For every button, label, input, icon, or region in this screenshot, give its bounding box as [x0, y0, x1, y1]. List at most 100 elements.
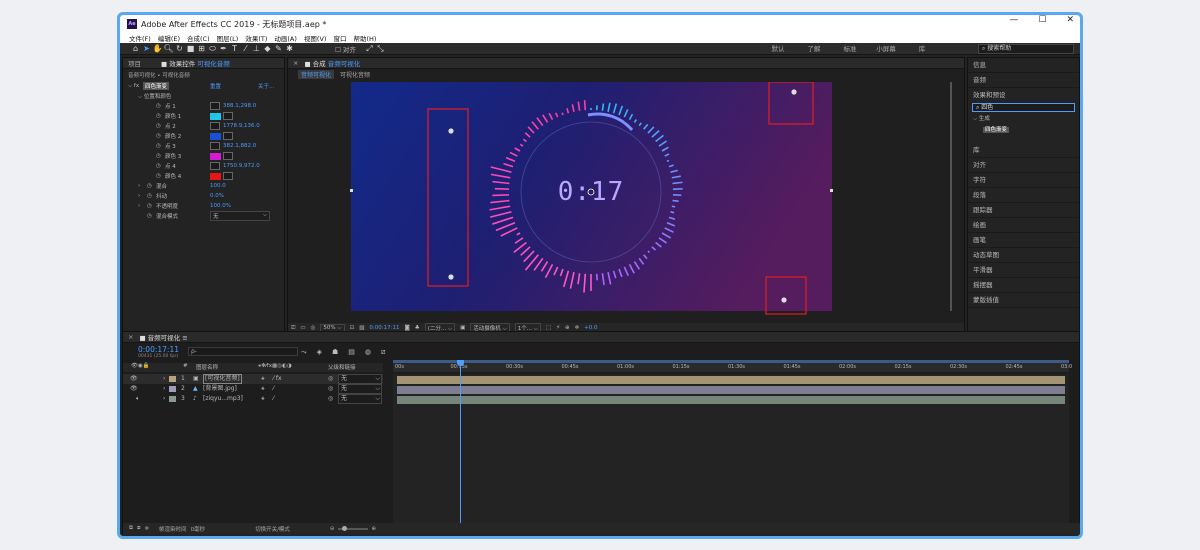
stopwatch-icon[interactable]: ◷: [156, 163, 161, 169]
zoom-in-icon[interactable]: ⊕: [372, 526, 377, 532]
panel-character[interactable]: 字符: [968, 173, 1079, 188]
work-area-bar[interactable]: [393, 360, 1069, 363]
about-link[interactable]: 关于...: [258, 82, 274, 90]
selection-tool-icon[interactable]: ➤: [141, 44, 152, 53]
col-layer-name[interactable]: 图层名称: [196, 363, 218, 371]
label-color[interactable]: [169, 396, 176, 402]
render-time-icon[interactable]: ⧉: [129, 525, 133, 532]
workspace-learn[interactable]: 了解: [796, 43, 832, 55]
prop-value[interactable]: 1750.9,972.0: [223, 163, 260, 169]
minimize-icon[interactable]: —: [1009, 15, 1018, 25]
quality-switch-icon[interactable]: ⁄ fx: [273, 374, 282, 384]
panel-paragraph[interactable]: 段落: [968, 188, 1079, 203]
close-icon[interactable]: ✕: [1066, 15, 1074, 25]
quality-switch-icon[interactable]: ⁄: [273, 394, 274, 404]
hand-tool-icon[interactable]: ✋: [152, 44, 163, 53]
blend-mode-select[interactable]: 无 ⌵: [210, 211, 270, 221]
layer-row-3[interactable]: 🔈︎ › 3 ♪ [ziqyu...mp3] ⚹ ⁄ ◎ 无 ⌵: [123, 394, 383, 404]
panel-info[interactable]: 信息: [968, 58, 1079, 73]
eyedropper-icon[interactable]: [223, 112, 233, 120]
maximize-icon[interactable]: ☐: [1038, 15, 1046, 25]
stopwatch-icon[interactable]: ◷: [156, 123, 161, 129]
point-crosshair-icon[interactable]: [210, 122, 220, 130]
menu-animation[interactable]: 动画(A): [274, 33, 297, 43]
workspace-standard[interactable]: 标准: [832, 43, 868, 55]
shape-tool-icon[interactable]: ⬭: [207, 44, 218, 54]
search-help-input[interactable]: ⌕ 搜索帮助: [978, 44, 1074, 54]
expand-icon[interactable]: ›: [138, 193, 140, 199]
parent-pick-whip-icon[interactable]: ◎: [328, 374, 333, 384]
bounding-handle-right[interactable]: [830, 189, 833, 192]
rotate-tool-icon[interactable]: ↻: [174, 44, 185, 53]
expand-icon[interactable]: ›: [138, 183, 140, 189]
visibility-icon[interactable]: 👁︎: [130, 384, 138, 394]
visibility-icon[interactable]: 👁︎: [130, 374, 138, 384]
zoom-out-icon[interactable]: ⊖: [330, 526, 335, 532]
roto-tool-icon[interactable]: ✎: [273, 44, 284, 53]
expand-icon[interactable]: ›: [163, 384, 165, 394]
effect-expand-icon[interactable]: ⌵ fx: [128, 83, 139, 90]
color-swatch[interactable]: [210, 112, 221, 120]
zoom-slider[interactable]: [337, 525, 368, 531]
prop-value[interactable]: 100.0: [210, 183, 226, 189]
timeline-timecode[interactable]: 0:00:17:11: [138, 345, 179, 354]
parent-select[interactable]: 无 ⌵: [338, 384, 382, 394]
panel-library[interactable]: 库: [968, 143, 1079, 158]
label-color[interactable]: [169, 386, 176, 392]
shy-icon[interactable]: ☗: [332, 348, 338, 357]
menu-help[interactable]: 帮助(H): [353, 33, 376, 43]
point-handle-3[interactable]: [448, 274, 454, 280]
eyedropper-icon[interactable]: [223, 172, 233, 180]
color-swatch[interactable]: [210, 132, 221, 140]
shy-switch-icon[interactable]: ⚹: [261, 374, 265, 384]
point-crosshair-icon[interactable]: [210, 142, 220, 150]
tab-effects-control[interactable]: ■ 效果控件 可视化音频: [161, 58, 230, 68]
layer-bar-1[interactable]: [397, 376, 1065, 384]
draft-3d-icon[interactable]: ◈: [317, 348, 322, 357]
panel-wiggler[interactable]: 摇摆器: [968, 278, 1079, 293]
layer-bar-3[interactable]: [397, 396, 1065, 404]
quality-switch-icon[interactable]: ⁄: [273, 384, 274, 394]
comp-mini-flowchart-icon[interactable]: ⤳: [301, 348, 307, 357]
tab-project[interactable]: 项目: [128, 58, 141, 68]
bounding-handle-left[interactable]: [350, 189, 353, 192]
panel-align[interactable]: 对齐: [968, 158, 1079, 173]
point-handle-2[interactable]: [791, 89, 797, 95]
text-tool-icon[interactable]: T: [229, 44, 240, 53]
motion-blur-icon[interactable]: ◍: [365, 348, 371, 357]
audio-icon[interactable]: 🔈︎: [136, 394, 140, 404]
prop-value[interactable]: 382.1,882.0: [223, 143, 256, 149]
expand-icon[interactable]: ›: [138, 203, 140, 209]
layer-name[interactable]: [ziqyu...mp3]: [203, 394, 243, 404]
panel-tracker[interactable]: 跟踪器: [968, 203, 1079, 218]
clone-tool-icon[interactable]: ⊥: [251, 44, 262, 53]
composition-tab[interactable]: ■ 合成 音频可视化: [304, 58, 360, 68]
menu-view[interactable]: 视图(V): [304, 33, 327, 43]
expand-icon[interactable]: ›: [163, 374, 165, 384]
prop-value[interactable]: 100.0%: [210, 203, 231, 209]
home-icon[interactable]: ⌂: [130, 44, 141, 53]
panel-smoother[interactable]: 平滑器: [968, 263, 1079, 278]
menu-effect[interactable]: 效果(T): [245, 33, 267, 43]
layer-row-1[interactable]: 👁︎ › 1 ▣ [可视化音频] ⚹ ⁄ fx ◎ 无 ⌵: [123, 374, 383, 384]
graph-editor-icon[interactable]: ⧄: [381, 348, 385, 357]
menu-composition[interactable]: 合成(C): [187, 33, 210, 43]
panel-effects-presets[interactable]: 效果和预设: [968, 88, 1079, 103]
workspace-library[interactable]: 库: [904, 43, 940, 55]
tree-group-generate[interactable]: ⌵ 生成: [968, 112, 1079, 125]
tree-item-4color[interactable]: 四色渐变: [968, 125, 1079, 133]
prop-value[interactable]: 0.0%: [210, 193, 224, 199]
menu-edit[interactable]: 编辑(E): [158, 33, 180, 43]
parent-select[interactable]: 无 ⌵: [338, 374, 382, 384]
playhead-line[interactable]: [460, 360, 461, 526]
layer-bar-2[interactable]: [397, 386, 1065, 394]
frame-blend-icon[interactable]: ▤: [348, 348, 355, 357]
menu-file[interactable]: 文件(F): [129, 33, 151, 43]
point-handle-1[interactable]: [448, 128, 454, 134]
pan-behind-tool-icon[interactable]: ⊞: [196, 44, 207, 53]
expand-panes-icon[interactable]: ⧈: [137, 525, 141, 532]
layer-search-input[interactable]: ρ-: [188, 347, 298, 356]
panel-brushes[interactable]: 画笔: [968, 233, 1079, 248]
camera-tool-icon[interactable]: ■: [185, 44, 196, 53]
menu-window[interactable]: 窗口: [333, 33, 346, 43]
